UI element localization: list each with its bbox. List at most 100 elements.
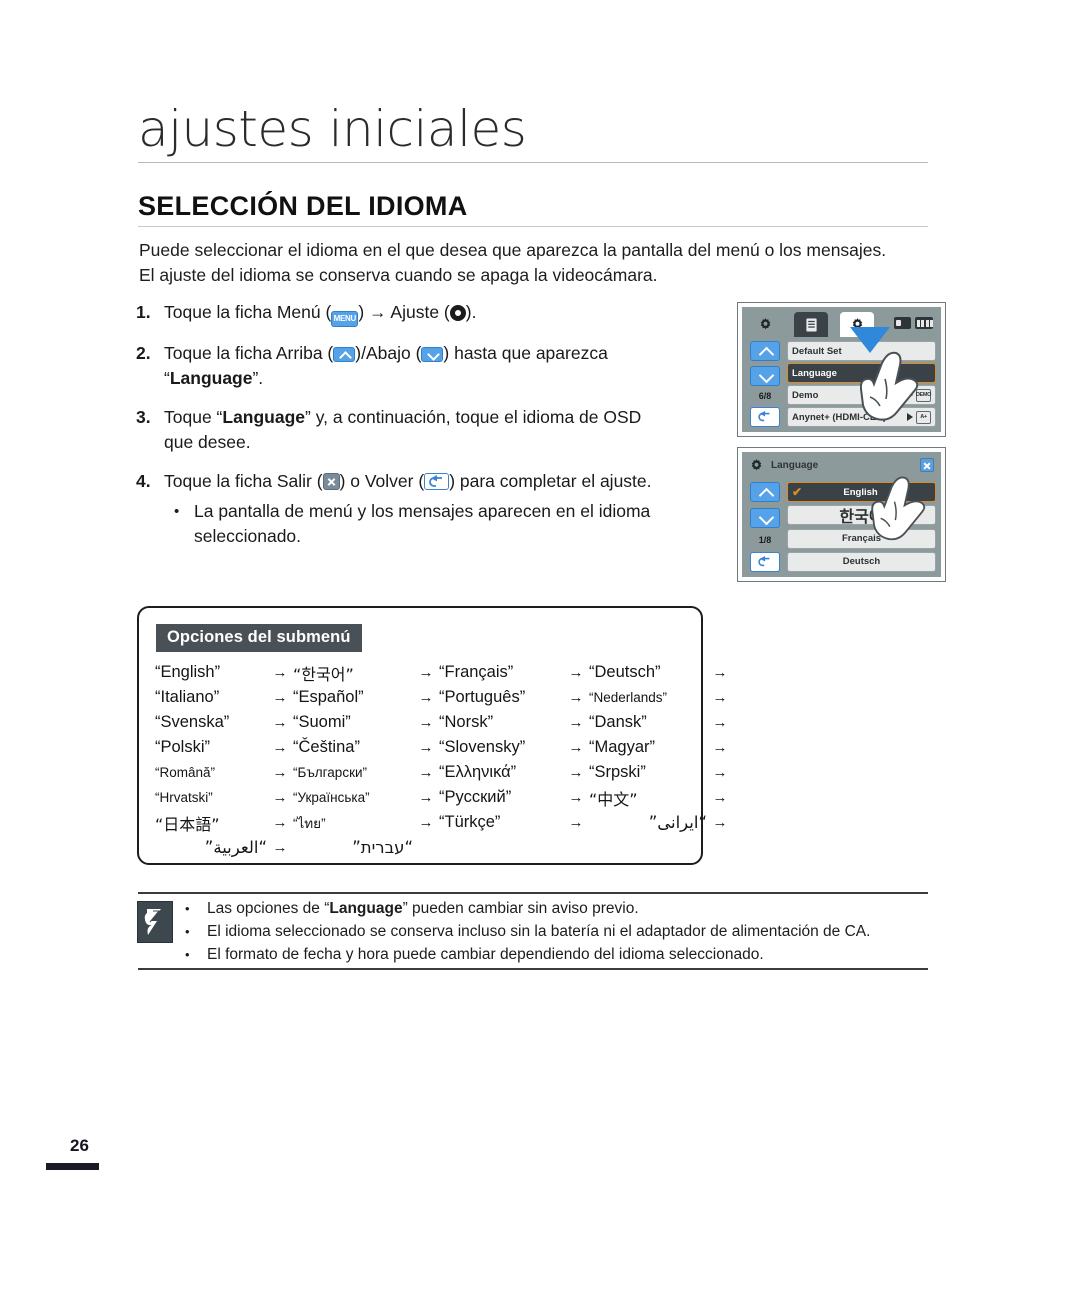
- exit-icon: [322, 473, 340, 490]
- language-row-german[interactable]: Deutsch: [787, 551, 936, 572]
- down-arrow-icon: [421, 347, 444, 362]
- arrow-icon: →: [272, 739, 288, 756]
- scroll-down-button[interactable]: [750, 365, 780, 386]
- tab-gear-left[interactable]: [748, 312, 782, 337]
- arrow-icon: →: [272, 814, 288, 831]
- arrow-icon: →: [568, 714, 584, 731]
- step-1-text-d: ).: [465, 302, 477, 322]
- step-4-body: Toque la ficha Salir () o Volver () para…: [164, 469, 726, 549]
- submenu-option-row: “Svenska” → “Suomi” → “Norsk” → “Dansk” …: [155, 710, 728, 735]
- close-icon[interactable]: [920, 458, 934, 472]
- arrow-icon: →: [272, 789, 288, 806]
- submenu-options-label: Opciones del submenú: [156, 624, 362, 652]
- step-4-bullet: • La pantalla de menú y los mensajes apa…: [174, 499, 726, 549]
- submenu-option-row: “English” → “한국어” → “Français” → “Deutsc…: [155, 660, 728, 685]
- scroll-up-button[interactable]: [750, 482, 780, 502]
- arrow-icon: →: [568, 814, 584, 831]
- bullet-dot: •: [185, 924, 190, 939]
- option-item: “Español”: [293, 688, 364, 706]
- step-4-text-a: Toque la ficha Salir (: [164, 471, 323, 491]
- step-4-number: 4.: [136, 471, 151, 491]
- option-item: “Русский”: [439, 788, 512, 806]
- submenu-option-row: “日本語” → “ไทย” → “Türkçe” → “ایرانی” →: [155, 810, 728, 835]
- chapter-divider: [138, 162, 928, 163]
- row-label: Anynet+ (HDMI-CEC): [792, 411, 887, 423]
- option-item: “ไทย”: [293, 815, 326, 831]
- option-item: “Svenska”: [155, 713, 230, 731]
- submenu-option-row: “Hrvatski” → “Українська” → “Русский” → …: [155, 785, 728, 810]
- scroll-up-button[interactable]: [750, 341, 780, 361]
- gear-icon: [751, 458, 762, 470]
- play-triangle-icon: [907, 413, 913, 421]
- step-3-bold: Language: [222, 407, 306, 427]
- manual-page: ajustes iniciales SELECCIÓN DEL IDIOMA P…: [0, 0, 1080, 1289]
- step-2-line-2: “Language”.: [164, 366, 726, 391]
- arrow-icon: →: [568, 664, 584, 681]
- option-item: “Polski”: [155, 738, 211, 756]
- option-item: “Български”: [293, 765, 368, 780]
- back-button[interactable]: [750, 552, 780, 572]
- step-3: 3. Toque “Language” y, a continuación, t…: [136, 405, 726, 455]
- arrow-icon: →: [418, 789, 434, 806]
- screen-rows-area: 6/8 Default Set Language Demo DEMO Anyne…: [742, 337, 941, 432]
- step-2-text-c: ) hasta que aparezca: [443, 343, 608, 363]
- row-label: Language: [792, 367, 837, 379]
- intro-line-2: El ajuste del idioma se conserva cuando …: [139, 265, 658, 285]
- arrow-icon: →: [272, 689, 288, 706]
- language-row-french[interactable]: Français: [787, 528, 936, 549]
- step-4: 4. Toque la ficha Salir () o Volver () p…: [136, 469, 726, 549]
- note-item: • El idioma seleccionado se conserva inc…: [185, 921, 930, 943]
- arrow-icon: →: [272, 839, 288, 856]
- note-item: • El formato de fecha y hora puede cambi…: [185, 944, 930, 966]
- option-item: “中文”: [589, 789, 638, 809]
- menu-row-demo[interactable]: Demo DEMO: [787, 385, 936, 405]
- language-row-english[interactable]: ✔ English: [787, 482, 936, 502]
- note-pen-icon: [137, 901, 173, 943]
- arrow-icon: →: [712, 764, 728, 781]
- option-item: “English”: [155, 663, 221, 681]
- option-item: “Čeština”: [293, 738, 360, 756]
- notes-top-divider: [138, 892, 928, 894]
- menu-icon: MENU: [331, 311, 359, 327]
- page-title: ajustes iniciales: [138, 100, 527, 158]
- arrow-icon: →: [712, 739, 728, 756]
- menu-row-anynet[interactable]: Anynet+ (HDMI-CEC) A+: [787, 407, 936, 427]
- submenu-options-list: “English” → “한국어” → “Français” → “Deutsc…: [155, 660, 728, 860]
- option-item: “Norsk”: [439, 713, 494, 731]
- option-item: “Українська”: [293, 790, 370, 805]
- screen-top-bar: [742, 307, 941, 337]
- document-icon: [804, 317, 818, 332]
- demo-badge-icon: DEMO: [916, 388, 931, 402]
- arrow-icon: →: [712, 814, 728, 831]
- step-2-bold: Language: [169, 368, 253, 388]
- gear-icon: [760, 318, 770, 330]
- language-side-controls: 1/8: [746, 481, 784, 574]
- page-indicator: 6/8: [758, 391, 772, 402]
- scroll-down-button[interactable]: [750, 508, 780, 528]
- option-item: “Italiano”: [155, 688, 220, 706]
- step-4-bullet-text: La pantalla de menú y los mensajes apare…: [194, 501, 651, 546]
- submenu-option-row: “Polski” → “Čeština” → “Slovensky” → “Ma…: [155, 735, 728, 760]
- menu-row-list: Default Set Language Demo DEMO Anynet+ (…: [784, 340, 936, 429]
- back-button[interactable]: [750, 406, 780, 427]
- note-text: Las opciones de “Language” pueden cambia…: [207, 900, 639, 917]
- arrow-icon: →: [418, 739, 434, 756]
- arrow-icon: →: [712, 689, 728, 706]
- arrow-icon: →: [712, 664, 728, 681]
- step-1-text-a: Toque la ficha Menú (: [164, 302, 332, 322]
- option-item: “Slovensky”: [439, 738, 526, 756]
- tab-list[interactable]: [794, 312, 828, 337]
- option-item: “Nederlands”: [589, 690, 668, 705]
- step-2-text-a: Toque la ficha Arriba (: [164, 343, 334, 363]
- language-row-korean[interactable]: 한국어: [787, 505, 936, 526]
- memory-card-icon: [894, 317, 911, 329]
- arrow-icon: →: [272, 764, 288, 781]
- row-right-icons: A+: [907, 410, 931, 424]
- bullet-dot: •: [185, 901, 190, 916]
- option-item: “Srpski”: [589, 763, 646, 781]
- option-item: “Suomi”: [293, 713, 351, 731]
- arrow-icon: →: [272, 664, 288, 681]
- option-item: “한국어”: [293, 664, 354, 684]
- menu-row-language[interactable]: Language: [787, 363, 936, 383]
- step-3-text-b: ” y, a continuación, toque el idioma de …: [305, 407, 642, 427]
